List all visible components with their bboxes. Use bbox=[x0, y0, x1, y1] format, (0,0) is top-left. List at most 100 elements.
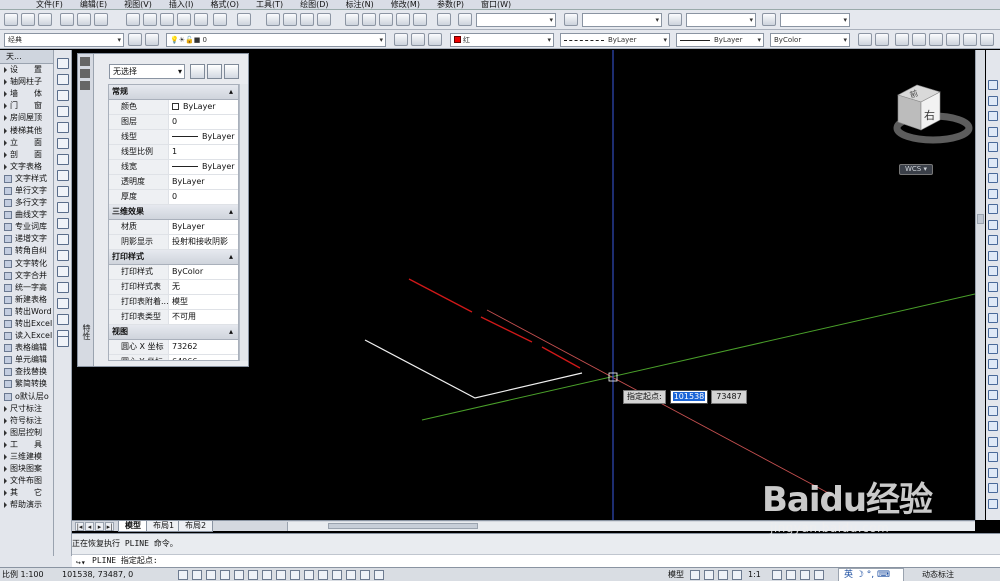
layer-manager-icon[interactable] bbox=[145, 33, 159, 46]
workspace-settings-icon[interactable] bbox=[128, 33, 142, 46]
tab-model[interactable]: 模型 bbox=[118, 521, 148, 532]
dim-style-icon[interactable] bbox=[564, 13, 578, 26]
tab-layout2[interactable]: 布局2 bbox=[178, 521, 214, 532]
pan-icon[interactable] bbox=[266, 13, 280, 26]
palette-settings-icon[interactable] bbox=[80, 81, 90, 90]
dynamic-input-icon[interactable] bbox=[304, 570, 314, 580]
palette-item[interactable]: 轴网柱子 bbox=[0, 76, 53, 88]
xref-icon[interactable] bbox=[988, 436, 998, 447]
property-value[interactable]: 0 bbox=[169, 115, 238, 129]
make-block-icon[interactable] bbox=[57, 250, 69, 261]
copy-object-icon[interactable] bbox=[988, 95, 998, 106]
palette-item[interactable]: 单行文字 bbox=[0, 185, 53, 197]
property-value[interactable]: ByLayer bbox=[169, 220, 238, 234]
palette-item[interactable]: o默认层o bbox=[0, 391, 53, 403]
stretch-icon[interactable] bbox=[988, 204, 998, 214]
property-row[interactable]: 打印样式 ByColor bbox=[109, 265, 238, 280]
table-style-icon[interactable] bbox=[668, 13, 682, 26]
zoom-realtime-icon[interactable] bbox=[283, 13, 297, 26]
quick-view-layouts-icon[interactable] bbox=[690, 570, 700, 580]
palette-item[interactable]: 统一字高 bbox=[0, 282, 53, 294]
multileader-style-combo[interactable] bbox=[780, 13, 850, 27]
palette-item[interactable]: 图层控制 bbox=[0, 427, 53, 439]
3d-osnap-icon[interactable] bbox=[262, 570, 272, 580]
help-icon[interactable] bbox=[437, 13, 451, 26]
camera-icon[interactable] bbox=[963, 33, 977, 46]
scale-icon[interactable] bbox=[988, 188, 998, 199]
property-section-header[interactable]: 三维效果 bbox=[109, 205, 238, 220]
property-value[interactable]: ByLayer bbox=[169, 175, 238, 189]
area-icon[interactable] bbox=[988, 405, 998, 416]
lineweight-combo[interactable]: ByLayer bbox=[676, 33, 764, 47]
wcs-menu-button[interactable]: WCS ▾ bbox=[899, 164, 933, 175]
undo-icon[interactable] bbox=[213, 13, 227, 26]
make-current-icon[interactable] bbox=[394, 33, 408, 46]
open-icon[interactable] bbox=[21, 13, 35, 26]
property-section-header[interactable]: 常规 bbox=[109, 85, 238, 100]
select-objects-icon[interactable] bbox=[207, 64, 222, 79]
property-value[interactable]: 73262 bbox=[169, 340, 238, 354]
palette-item[interactable]: 递增文字 bbox=[0, 233, 53, 245]
selection-cycling-icon[interactable] bbox=[360, 570, 370, 580]
ellipse-icon[interactable] bbox=[57, 202, 69, 213]
palette-item[interactable]: 转角自纠 bbox=[0, 245, 53, 257]
preview-icon[interactable] bbox=[77, 13, 91, 26]
first-tab-icon[interactable]: |◂ bbox=[75, 522, 84, 531]
insert-block-icon[interactable] bbox=[57, 234, 69, 245]
rectangle-icon[interactable] bbox=[57, 122, 69, 133]
fillet-icon[interactable] bbox=[988, 297, 998, 307]
menu-item[interactable]: 文件(F) bbox=[36, 0, 63, 10]
layer-combo[interactable]: 💡☀🔓■ 0 bbox=[166, 33, 386, 47]
menu-item[interactable]: 工具(T) bbox=[256, 0, 283, 10]
move-icon[interactable] bbox=[988, 157, 998, 168]
tool-palettes-icon[interactable] bbox=[379, 13, 393, 26]
rotate-icon[interactable] bbox=[988, 173, 998, 183]
property-value[interactable]: 1 bbox=[169, 145, 238, 159]
property-value[interactable]: 无 bbox=[169, 280, 238, 294]
lineweight-icon[interactable] bbox=[318, 570, 328, 580]
palette-item[interactable]: 文字合并 bbox=[0, 270, 53, 282]
region-icon[interactable] bbox=[57, 314, 69, 325]
property-section-header[interactable]: 打印样式 bbox=[109, 250, 238, 265]
property-row[interactable]: 厚度 0 bbox=[109, 190, 238, 205]
layer-states-icon[interactable] bbox=[428, 33, 442, 46]
ucs-icon[interactable] bbox=[988, 467, 998, 478]
list-icon[interactable] bbox=[988, 359, 998, 369]
walk-icon[interactable] bbox=[980, 33, 994, 46]
sky-icon[interactable] bbox=[946, 33, 960, 46]
paste-icon[interactable] bbox=[160, 13, 174, 26]
render-icon[interactable] bbox=[858, 33, 872, 46]
tab-layout1[interactable]: 布局1 bbox=[146, 521, 182, 532]
next-tab-icon[interactable]: ▸ bbox=[95, 522, 104, 531]
model-space-label[interactable]: 模型 bbox=[668, 569, 684, 581]
object-snap-icon[interactable] bbox=[248, 570, 258, 580]
annotation-monitor-icon[interactable] bbox=[374, 570, 384, 580]
group-icon[interactable] bbox=[988, 421, 998, 431]
palette-item[interactable]: 墙 体 bbox=[0, 88, 53, 100]
palette-item[interactable]: 设 置 bbox=[0, 64, 53, 76]
multiline-text-icon[interactable] bbox=[57, 336, 69, 347]
sheet-set-icon[interactable] bbox=[396, 13, 410, 26]
command-line-input[interactable]: ↪▾ PLINE 指定起点: bbox=[72, 554, 1000, 567]
lock-ui-icon[interactable] bbox=[800, 570, 810, 580]
markup-icon[interactable] bbox=[413, 13, 427, 26]
zoom-window-icon[interactable] bbox=[300, 13, 314, 26]
cut-icon[interactable] bbox=[126, 13, 140, 26]
orbit-icon[interactable] bbox=[988, 374, 998, 385]
text-style-icon[interactable] bbox=[458, 13, 472, 26]
palette-item[interactable]: 专业词库 bbox=[0, 221, 53, 233]
new-icon[interactable] bbox=[4, 13, 18, 26]
copy-icon[interactable] bbox=[143, 13, 157, 26]
quick-properties-icon[interactable] bbox=[346, 570, 356, 580]
palette-item[interactable]: 工 具 bbox=[0, 439, 53, 451]
annotation-visibility-icon[interactable] bbox=[772, 570, 782, 580]
palette-item[interactable]: 立 面 bbox=[0, 137, 53, 149]
table-style-combo[interactable] bbox=[686, 13, 756, 27]
trim-icon[interactable] bbox=[988, 219, 998, 230]
zoom-status-icon[interactable] bbox=[732, 570, 742, 580]
polar-tracking-icon[interactable] bbox=[234, 570, 244, 580]
gradient-icon[interactable] bbox=[57, 298, 69, 309]
property-section-header[interactable]: 视图 bbox=[109, 325, 238, 340]
extend-icon[interactable] bbox=[988, 235, 998, 245]
palette-item[interactable]: 表格编辑 bbox=[0, 342, 53, 354]
